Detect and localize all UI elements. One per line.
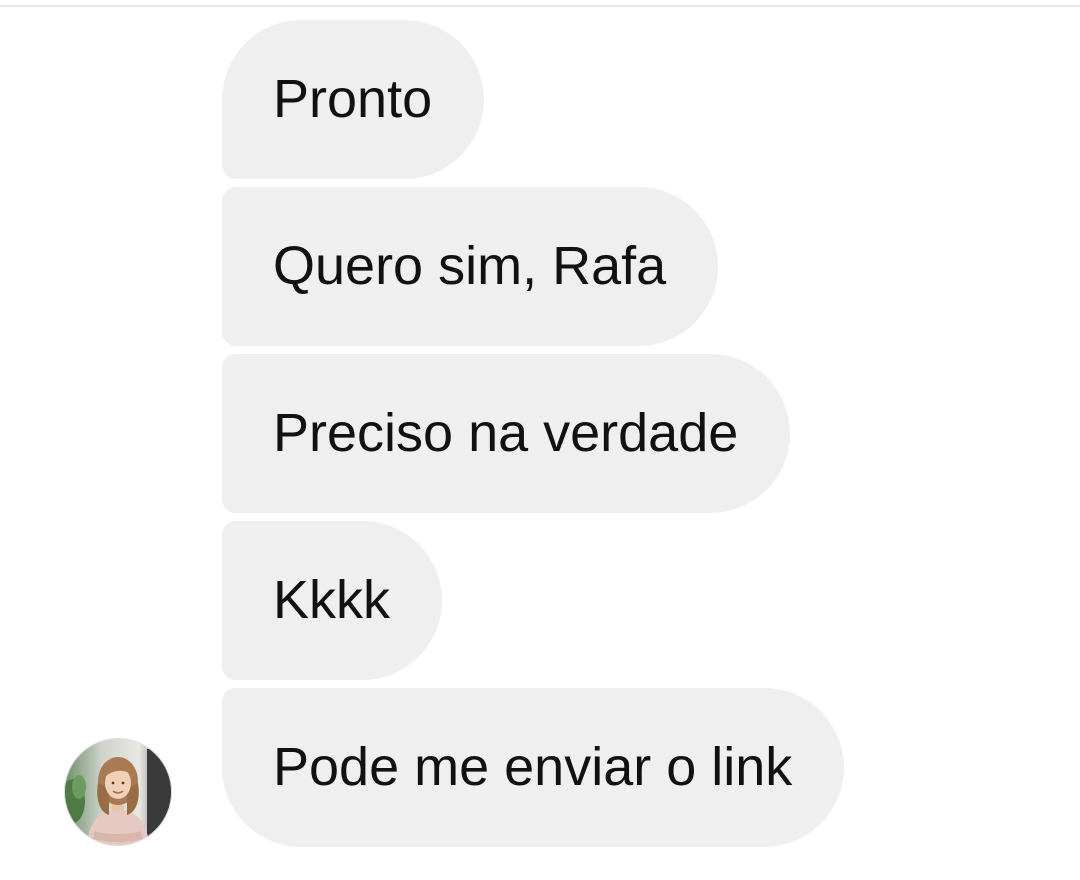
sender-avatar[interactable] — [64, 738, 172, 846]
top-divider — [0, 5, 1080, 7]
message-text: Kkkk — [273, 570, 391, 630]
message-bubble[interactable]: Pode me enviar o link — [222, 688, 845, 847]
message-text: Pronto — [273, 69, 433, 129]
message-bubble[interactable]: Quero sim, Rafa — [222, 187, 719, 346]
message-text: Preciso na verdade — [273, 403, 739, 463]
message-bubble[interactable]: Preciso na verdade — [222, 354, 791, 513]
message-thread: Pronto Quero sim, Rafa Preciso na verdad… — [222, 20, 845, 847]
message-text: Quero sim, Rafa — [273, 236, 667, 296]
avatar-photo-icon — [65, 739, 171, 845]
message-bubble[interactable]: Kkkk — [222, 521, 443, 680]
message-bubble[interactable]: Pronto — [222, 20, 485, 179]
message-text: Pode me enviar o link — [273, 737, 793, 797]
